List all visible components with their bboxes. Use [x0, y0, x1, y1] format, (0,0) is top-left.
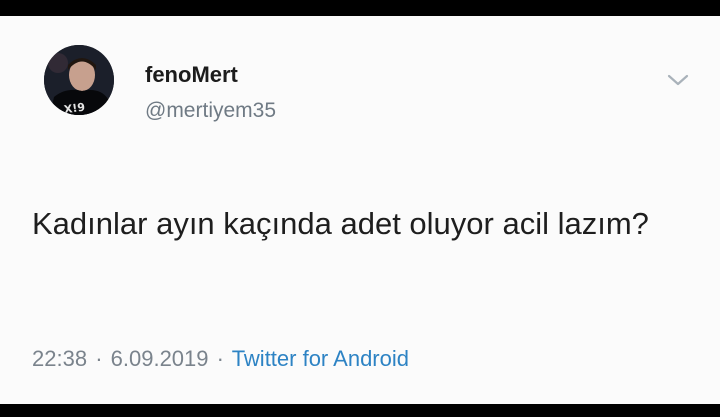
avatar-photo: X!9 [44, 45, 114, 115]
tweet-card: X!9 fenoMert @mertiyem35 Kadınlar ayın k… [0, 16, 720, 404]
tweet-text: Kadınlar ayın kaçında adet oluyor acil l… [32, 206, 649, 241]
tweet-time[interactable]: 22:38 [32, 346, 87, 371]
tweet-date[interactable]: 6.09.2019 [111, 346, 209, 371]
chevron-down-icon[interactable] [664, 68, 692, 90]
tweet-source-link[interactable]: Twitter for Android [232, 346, 409, 371]
user-handle[interactable]: @mertiyem35 [145, 99, 276, 123]
meta-separator: · [216, 346, 224, 371]
meta-separator: · [95, 346, 103, 371]
avatar[interactable]: X!9 [44, 45, 114, 115]
tweet-meta: 22:38 · 6.09.2019 · Twitter for Android [32, 346, 409, 372]
display-name[interactable]: fenoMert [145, 62, 238, 88]
shirt-logo: X!9 [63, 101, 86, 115]
